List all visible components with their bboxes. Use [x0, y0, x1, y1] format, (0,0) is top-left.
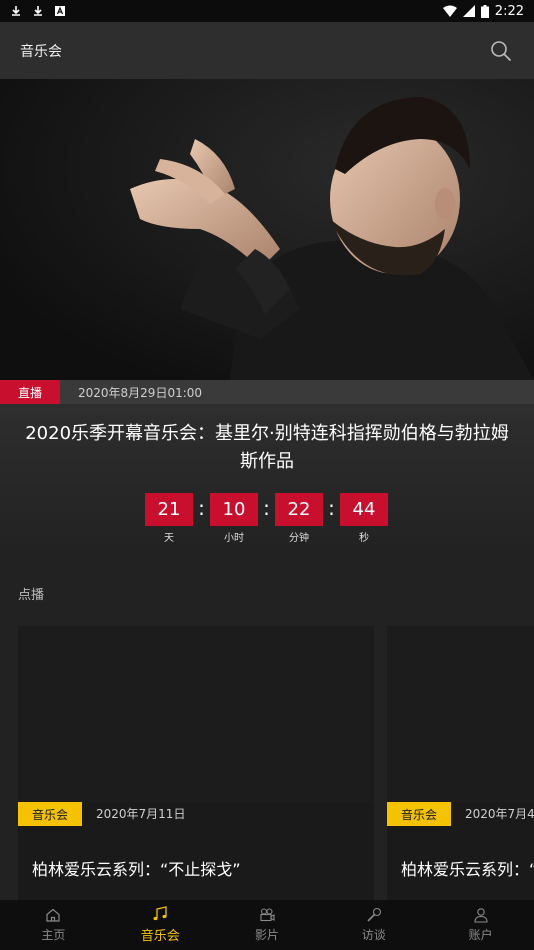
live-concert-title[interactable]: 2020乐季开幕音乐会：基里尔·别特连科指挥勋伯格与勃拉姆斯作品 — [24, 420, 510, 476]
countdown-timer: 21 天 : 10 小时 : 22 分钟 : 44 秒 — [145, 493, 388, 544]
countdown-seconds: 44 秒 — [340, 493, 388, 544]
download-icon — [12, 6, 20, 16]
live-concert-card[interactable]: 2020乐季开幕音乐会：基里尔·别特连科指挥勋伯格与勃拉姆斯作品 21 天 : … — [0, 404, 534, 570]
card-title: 柏林爱乐云系列：“ — [401, 860, 534, 879]
music-note-icon — [153, 906, 167, 921]
countdown-days: 21 天 — [145, 493, 193, 544]
system-status: 2:22 — [442, 3, 524, 19]
tab-films[interactable]: 影片 — [214, 900, 321, 950]
page-title: 音乐会 — [20, 43, 62, 60]
countdown-minutes-label: 分钟 — [289, 533, 309, 544]
app-notification-icon — [55, 6, 65, 16]
on-demand-section: 点播 音乐会 2020年7月11日 柏林爱乐云系列：“不止探戈” 音乐会 202… — [0, 570, 534, 900]
live-badge: 直播 — [0, 380, 60, 404]
live-datetime: 2020年8月29日01:00 — [78, 385, 203, 400]
on-demand-card[interactable]: 音乐会 2020年7月4 柏林爱乐云系列：“ — [387, 626, 534, 900]
tab-concerts[interactable]: 音乐会 — [107, 900, 214, 950]
card-date: 2020年7月4 — [465, 807, 534, 821]
countdown-minutes-value: 22 — [275, 493, 323, 526]
card-title: 柏林爱乐云系列：“不止探戈” — [32, 860, 241, 879]
section-title: 点播 — [18, 588, 45, 603]
tab-label: 音乐会 — [140, 929, 180, 944]
on-demand-card[interactable]: 音乐会 2020年7月11日 柏林爱乐云系列：“不止探戈” — [18, 626, 374, 900]
countdown-hours: 10 小时 — [210, 493, 258, 544]
status-bar: 2:22 — [0, 0, 534, 22]
countdown-seconds-value: 44 — [340, 493, 388, 526]
search-button[interactable] — [488, 38, 514, 64]
microphone-icon — [367, 907, 381, 922]
app-bar: 音乐会 — [0, 22, 534, 79]
countdown-hours-value: 10 — [210, 493, 258, 526]
signal-icon — [462, 5, 475, 17]
clock: 2:22 — [494, 3, 524, 19]
card-category-badge: 音乐会 — [387, 802, 451, 826]
countdown-separator: : — [263, 496, 270, 520]
search-icon — [491, 40, 512, 61]
tab-label: 账户 — [468, 928, 493, 942]
wifi-icon — [442, 5, 457, 17]
tab-label: 主页 — [41, 928, 66, 942]
countdown-hours-label: 小时 — [224, 533, 244, 544]
countdown-separator: : — [198, 496, 205, 520]
card-thumbnail — [18, 626, 374, 802]
notification-icons — [10, 5, 66, 17]
live-info-bar: 直播 2020年8月29日01:00 — [0, 380, 534, 404]
featured-concert-image[interactable] — [0, 79, 534, 380]
conductor-photo — [0, 79, 534, 380]
tab-label: 访谈 — [361, 928, 386, 942]
tab-home[interactable]: 主页 — [0, 900, 107, 950]
bottom-navigation: 主页 音乐会 影片 访谈 账户 — [0, 900, 534, 950]
countdown-seconds-label: 秒 — [359, 533, 369, 544]
countdown-days-value: 21 — [145, 493, 193, 526]
tab-label: 影片 — [254, 928, 279, 942]
user-icon — [474, 908, 488, 923]
card-date: 2020年7月11日 — [96, 807, 186, 821]
battery-icon — [480, 4, 489, 18]
tab-interviews[interactable]: 访谈 — [320, 900, 427, 950]
countdown-days-label: 天 — [164, 533, 174, 544]
countdown-separator: : — [328, 496, 335, 520]
home-icon — [46, 908, 60, 922]
tab-account[interactable]: 账户 — [427, 900, 534, 950]
film-camera-icon — [260, 908, 275, 922]
card-category-badge: 音乐会 — [18, 802, 82, 826]
countdown-minutes: 22 分钟 — [275, 493, 323, 544]
download-icon — [34, 6, 42, 16]
card-thumbnail — [387, 626, 534, 802]
